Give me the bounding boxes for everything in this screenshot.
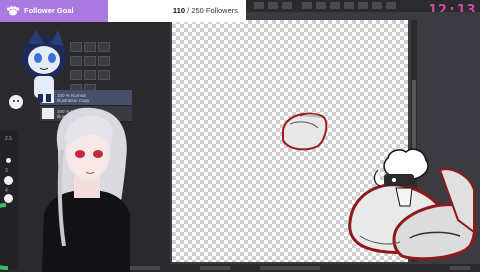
paw-icon <box>6 6 20 16</box>
overlay-artwork <box>0 30 477 272</box>
goal-target: 250 Followers <box>191 6 238 15</box>
mascot-sticker <box>9 30 66 109</box>
color-wheel-arc[interactable] <box>0 203 9 271</box>
goal-count: 110 / 250 Followers <box>173 0 238 22</box>
vtuber-avatar <box>42 107 130 272</box>
goal-title: Follower Goal <box>24 6 74 15</box>
goal-current: 110 <box>172 6 186 15</box>
follower-goal-widget: Follower Goal 110 / 250 Followers <box>0 0 246 22</box>
sketch-shoe <box>282 112 328 151</box>
